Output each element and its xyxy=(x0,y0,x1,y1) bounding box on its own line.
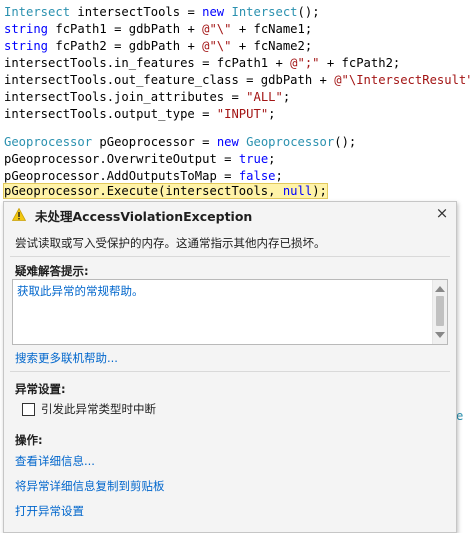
copy-details-link[interactable]: 将异常详细信息复制到剪贴板 xyxy=(15,478,165,494)
exception-message: 尝试读取或写入受保护的内存。这通常指示其他内存已损坏。 xyxy=(15,236,326,250)
general-help-link[interactable]: 获取此异常的常规帮助。 xyxy=(17,283,144,299)
code-line: intersectTools.in_features = fcPath1 + @… xyxy=(4,56,401,70)
break-on-exception-checkbox[interactable] xyxy=(22,403,35,416)
scroll-thumb[interactable] xyxy=(436,296,444,326)
warning-icon xyxy=(12,208,26,221)
troubleshooting-tips-list[interactable]: 获取此异常的常规帮助。 xyxy=(12,279,448,345)
exception-title: 未处理AccessViolationException xyxy=(35,209,253,224)
divider xyxy=(10,256,450,257)
code-line: Geoprocessor pGeoprocessor = new Geoproc… xyxy=(4,135,357,149)
troubleshooting-tips-label: 疑难解答提示: xyxy=(15,264,89,278)
divider xyxy=(10,371,450,372)
actions-label: 操作: xyxy=(15,433,43,447)
code-line: pGeoprocessor.OverwriteOutput = true; xyxy=(4,152,276,166)
scroll-down-icon[interactable] xyxy=(435,332,445,338)
code-line: intersectTools.join_attributes = "ALL"; xyxy=(4,90,291,104)
break-on-exception-label[interactable]: 引发此异常类型时中断 xyxy=(41,401,156,417)
tips-scrollbar[interactable] xyxy=(432,280,447,344)
code-line: string fcPath2 = gdbPath + @"\" + fcName… xyxy=(4,39,313,53)
code-line-current-statement: pGeoprocessor.Execute(intersectTools, nu… xyxy=(3,183,328,199)
view-details-link[interactable]: 查看详细信息... xyxy=(15,453,95,469)
code-line: intersectTools.out_feature_class = gdbPa… xyxy=(4,73,470,87)
code-line: pGeoprocessor.AddOutputsToMap = false; xyxy=(4,169,283,183)
code-line: intersectTools.output_type = "INPUT"; xyxy=(4,107,276,121)
code-line: Intersect intersectTools = new Intersect… xyxy=(4,5,320,19)
close-icon[interactable]: × xyxy=(434,205,450,221)
search-online-help-link[interactable]: 搜索更多联机帮助... xyxy=(15,350,118,366)
code-fragment: e xyxy=(456,409,464,423)
exception-header: 未处理AccessViolationException × xyxy=(4,202,456,226)
exception-settings-label: 异常设置: xyxy=(15,382,66,396)
scroll-up-icon[interactable] xyxy=(435,286,445,292)
open-exception-settings-link[interactable]: 打开异常设置 xyxy=(15,503,84,519)
code-line: string fcPath1 = gdbPath + @"\" + fcName… xyxy=(4,22,313,36)
current-statement-highlight: pGeoprocessor.Execute(intersectTools, nu… xyxy=(3,183,328,199)
exception-helper-popup: 未处理AccessViolationException × 尝试读取或写入受保护… xyxy=(3,201,457,533)
